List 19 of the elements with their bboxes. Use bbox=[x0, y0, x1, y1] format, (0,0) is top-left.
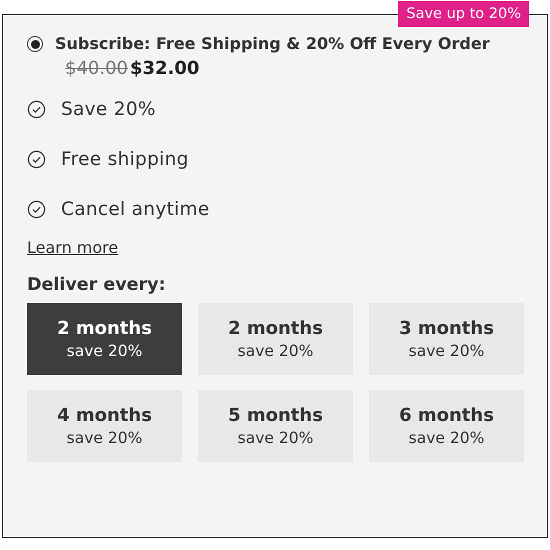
check-circle-icon bbox=[27, 100, 46, 119]
frequency-option[interactable]: 3 months save 20% bbox=[369, 303, 524, 375]
deliver-label: Deliver every: bbox=[27, 275, 167, 295]
frequency-option[interactable]: 6 months save 20% bbox=[369, 390, 524, 462]
benefit-text: Save 20% bbox=[61, 99, 156, 120]
radio-button[interactable] bbox=[27, 36, 43, 52]
check-circle-icon bbox=[27, 200, 46, 219]
benefit-text: Cancel anytime bbox=[61, 199, 210, 220]
frequency-option[interactable]: 2 months save 20% bbox=[27, 303, 182, 375]
frequency-option[interactable]: 4 months save 20% bbox=[27, 390, 182, 462]
frequency-option[interactable]: 5 months save 20% bbox=[198, 390, 353, 462]
discount-badge: Save up to 20% bbox=[398, 1, 529, 27]
learn-more-link[interactable]: Learn more bbox=[27, 238, 118, 257]
frequency-option[interactable]: 2 months save 20% bbox=[198, 303, 353, 375]
option-label: Subscribe: Free Shipping & 20% Off Every Order bbox=[55, 33, 490, 54]
original-price: $40.00 bbox=[65, 58, 128, 79]
check-circle-icon bbox=[27, 150, 46, 169]
sale-price: $32.00 bbox=[130, 58, 200, 79]
benefit-text: Free shipping bbox=[61, 149, 189, 170]
